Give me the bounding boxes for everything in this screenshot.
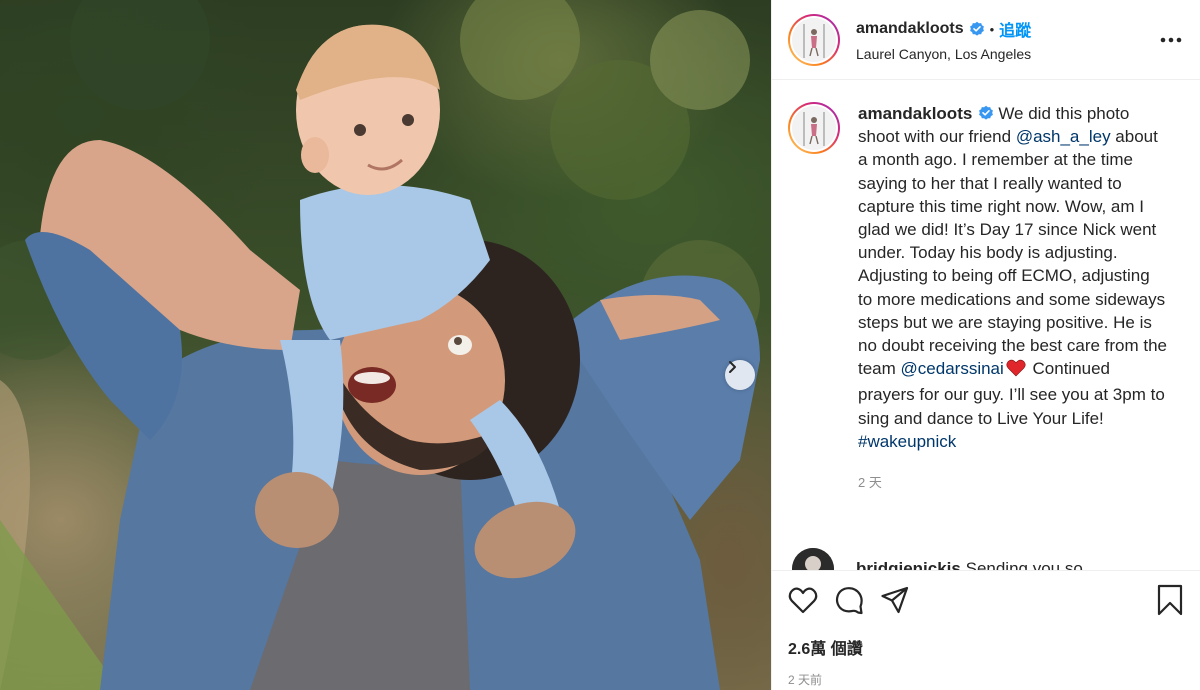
verified-badge-icon [969, 21, 985, 37]
verified-badge-icon [978, 105, 994, 121]
commenter-avatar[interactable] [792, 548, 834, 570]
commenter-username[interactable]: bridgienickis [856, 559, 961, 570]
red-heart-emoji-icon [1006, 359, 1026, 383]
mention-link[interactable]: @ash_a_ley [1016, 127, 1111, 146]
author-username[interactable]: amandakloots [856, 20, 964, 38]
caption-text-block: amandakloots We did this photo shoot with… [858, 102, 1168, 494]
separator-dot: • [989, 21, 995, 37]
comment-item: bridgienickis Sending you so [792, 548, 1184, 570]
caption-text: about a month ago. I remember at the tim… [858, 127, 1168, 379]
hashtag-link[interactable]: #wakeupnick [858, 432, 956, 451]
caption-age: 2 天 [858, 475, 882, 491]
caption-avatar[interactable] [788, 102, 840, 154]
post-header: amandakloots • 追蹤 Laurel Canyon, Los Ang… [772, 0, 1200, 80]
post-location[interactable]: Laurel Canyon, Los Angeles [856, 46, 1031, 62]
next-slide-button[interactable] [725, 360, 755, 390]
comment-icon[interactable] [834, 585, 864, 615]
chevron-right-icon [729, 361, 736, 373]
post-photo[interactable] [0, 0, 771, 690]
share-icon[interactable] [880, 586, 910, 614]
post-side-panel: amandakloots • 追蹤 Laurel Canyon, Los Ang… [771, 0, 1200, 690]
bookmark-icon[interactable] [1156, 584, 1184, 616]
caption-username[interactable]: amandakloots [858, 104, 972, 123]
follow-button[interactable]: 追蹤 [999, 17, 1031, 41]
likes-count[interactable]: 2.6萬 個讚 [788, 635, 1184, 659]
post-caption: amandakloots We did this photo shoot with… [772, 80, 1200, 494]
comments-section[interactable]: amandakloots We did this photo shoot with… [772, 80, 1200, 570]
mention-link[interactable]: @cedarssinai [901, 359, 1004, 378]
more-options-icon[interactable] [1160, 30, 1182, 48]
author-avatar[interactable] [788, 13, 840, 66]
heart-icon[interactable] [788, 586, 818, 614]
post-actions: 2.6萬 個讚 2 天前 [772, 570, 1200, 688]
avatar-image [792, 106, 836, 150]
photo-illustration [0, 0, 760, 690]
post-timestamp[interactable]: 2 天前 [788, 671, 1184, 688]
avatar-image [792, 17, 836, 62]
comment-text: Sending you so [965, 559, 1083, 570]
